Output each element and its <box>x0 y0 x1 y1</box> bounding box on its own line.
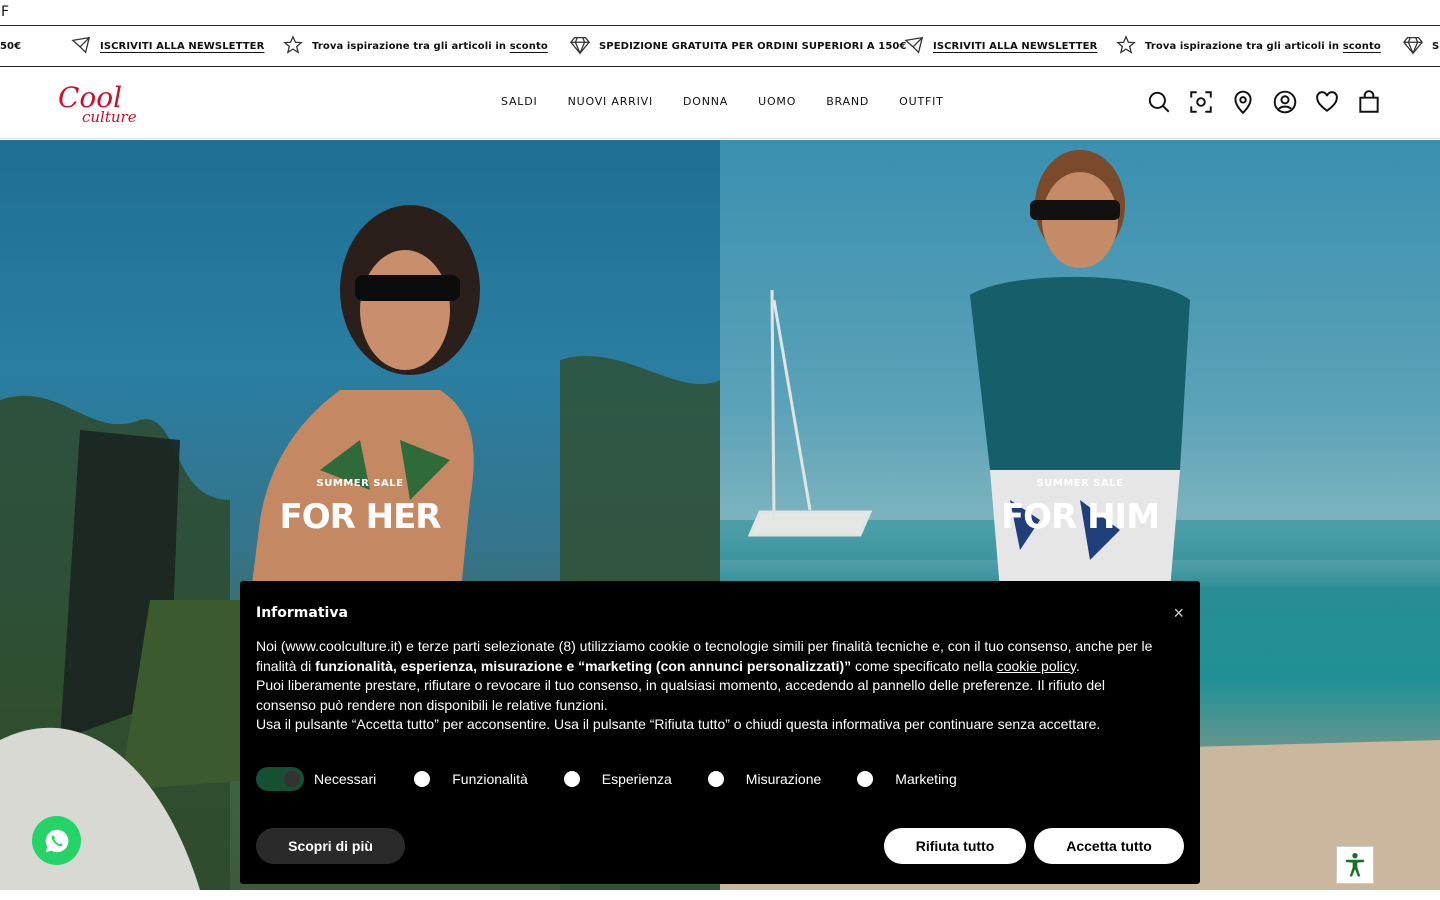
toggle-switch[interactable] <box>402 767 442 791</box>
hero-her-title[interactable]: FOR HER <box>0 497 720 537</box>
nav-uomo[interactable]: UOMO <box>758 95 796 108</box>
toggle-switch[interactable] <box>845 767 885 791</box>
nav-nuovi-arrivi[interactable]: NUOVI ARRIVI <box>568 95 653 108</box>
accessibility-icon[interactable] <box>1336 846 1374 884</box>
hero-her-kicker: SUMMER SALE <box>316 478 404 489</box>
nav-saldi[interactable]: SALDI <box>501 95 538 108</box>
visual-search-icon[interactable] <box>1188 89 1214 115</box>
whatsapp-icon[interactable] <box>32 816 81 865</box>
svg-text:culture: culture <box>82 108 137 126</box>
ticker-item-shipping: SI <box>1402 36 1440 56</box>
consent-toggles: Necessari Funzionalità Esperienza Misura… <box>256 767 981 791</box>
nav-outfit[interactable]: OUTFIT <box>899 95 944 108</box>
site-header: Cool culture SALDI NUOVI ARRIVI DONNA UO… <box>0 67 1440 139</box>
ticker-item-newsletter[interactable]: ISCRIVITI ALLA NEWSLETTER <box>903 36 1097 56</box>
toggle-esperienza[interactable]: Esperienza <box>552 767 672 791</box>
search-icon[interactable] <box>1146 89 1172 115</box>
ticker-item: 50€ <box>0 40 22 52</box>
header-icons <box>1146 89 1382 115</box>
cookie-banner: Informativa × Noi (www.coolculture.it) e… <box>240 581 1200 884</box>
hero-him-title[interactable]: FOR HIM <box>720 497 1440 537</box>
top-strip-text: F <box>1 4 10 20</box>
toggle-switch[interactable] <box>256 767 304 791</box>
diamond-icon <box>1402 34 1424 59</box>
hero-him-caption: SUMMER SALE FOR HIM <box>720 478 1440 537</box>
toggle-switch[interactable] <box>696 767 736 791</box>
ticker-item-sale[interactable]: Trova ispirazione tra gli articoli in sc… <box>1115 34 1381 59</box>
toggle-marketing[interactable]: Marketing <box>845 767 957 791</box>
diamond-icon <box>569 34 591 59</box>
close-icon[interactable]: × <box>1173 603 1184 624</box>
hero-him-kicker: SUMMER SALE <box>1036 478 1124 489</box>
toggle-necessari[interactable]: Necessari <box>256 767 376 791</box>
toggle-misurazione[interactable]: Misurazione <box>696 767 821 791</box>
cookie-title: Informativa <box>256 605 348 621</box>
top-strip: F <box>0 0 1440 26</box>
cookie-body: Noi (www.coolculture.it) e terze parti s… <box>256 638 1153 733</box>
announcement-ticker: 50€ ISCRIVITI ALLA NEWSLETTER Trova ispi… <box>0 26 1440 67</box>
wishlist-icon[interactable] <box>1314 89 1340 115</box>
ticker-item-shipping: SPEDIZIONE GRATUITA PER ORDINI SUPERIORI… <box>569 36 907 56</box>
toggle-switch[interactable] <box>552 767 592 791</box>
hero-her-caption: SUMMER SALE FOR HER <box>0 478 720 537</box>
learn-more-button[interactable]: Scopri di più <box>256 828 405 864</box>
accept-all-button[interactable]: Accetta tutto <box>1034 828 1184 864</box>
nav-donna[interactable]: DONNA <box>683 95 728 108</box>
nav-brand[interactable]: BRAND <box>826 95 869 108</box>
reject-all-button[interactable]: Rifiuta tutto <box>884 828 1026 864</box>
account-icon[interactable] <box>1272 89 1298 115</box>
ticker-item-sale[interactable]: Trova ispirazione tra gli articoli in sc… <box>282 34 548 59</box>
star-icon <box>1115 34 1137 59</box>
cart-icon[interactable] <box>1356 89 1382 115</box>
store-locator-icon[interactable] <box>1230 89 1256 115</box>
star-icon <box>282 34 304 59</box>
envelope-icon <box>70 34 92 59</box>
cookie-policy-link[interactable]: cookie policy <box>997 658 1076 674</box>
logo[interactable]: Cool culture <box>58 77 148 127</box>
ticker-item-newsletter[interactable]: ISCRIVITI ALLA NEWSLETTER <box>70 36 264 56</box>
main-nav: SALDI NUOVI ARRIVI DONNA UOMO BRAND OUTF… <box>501 95 944 108</box>
toggle-funzionalita[interactable]: Funzionalità <box>402 767 528 791</box>
envelope-icon <box>903 34 925 59</box>
